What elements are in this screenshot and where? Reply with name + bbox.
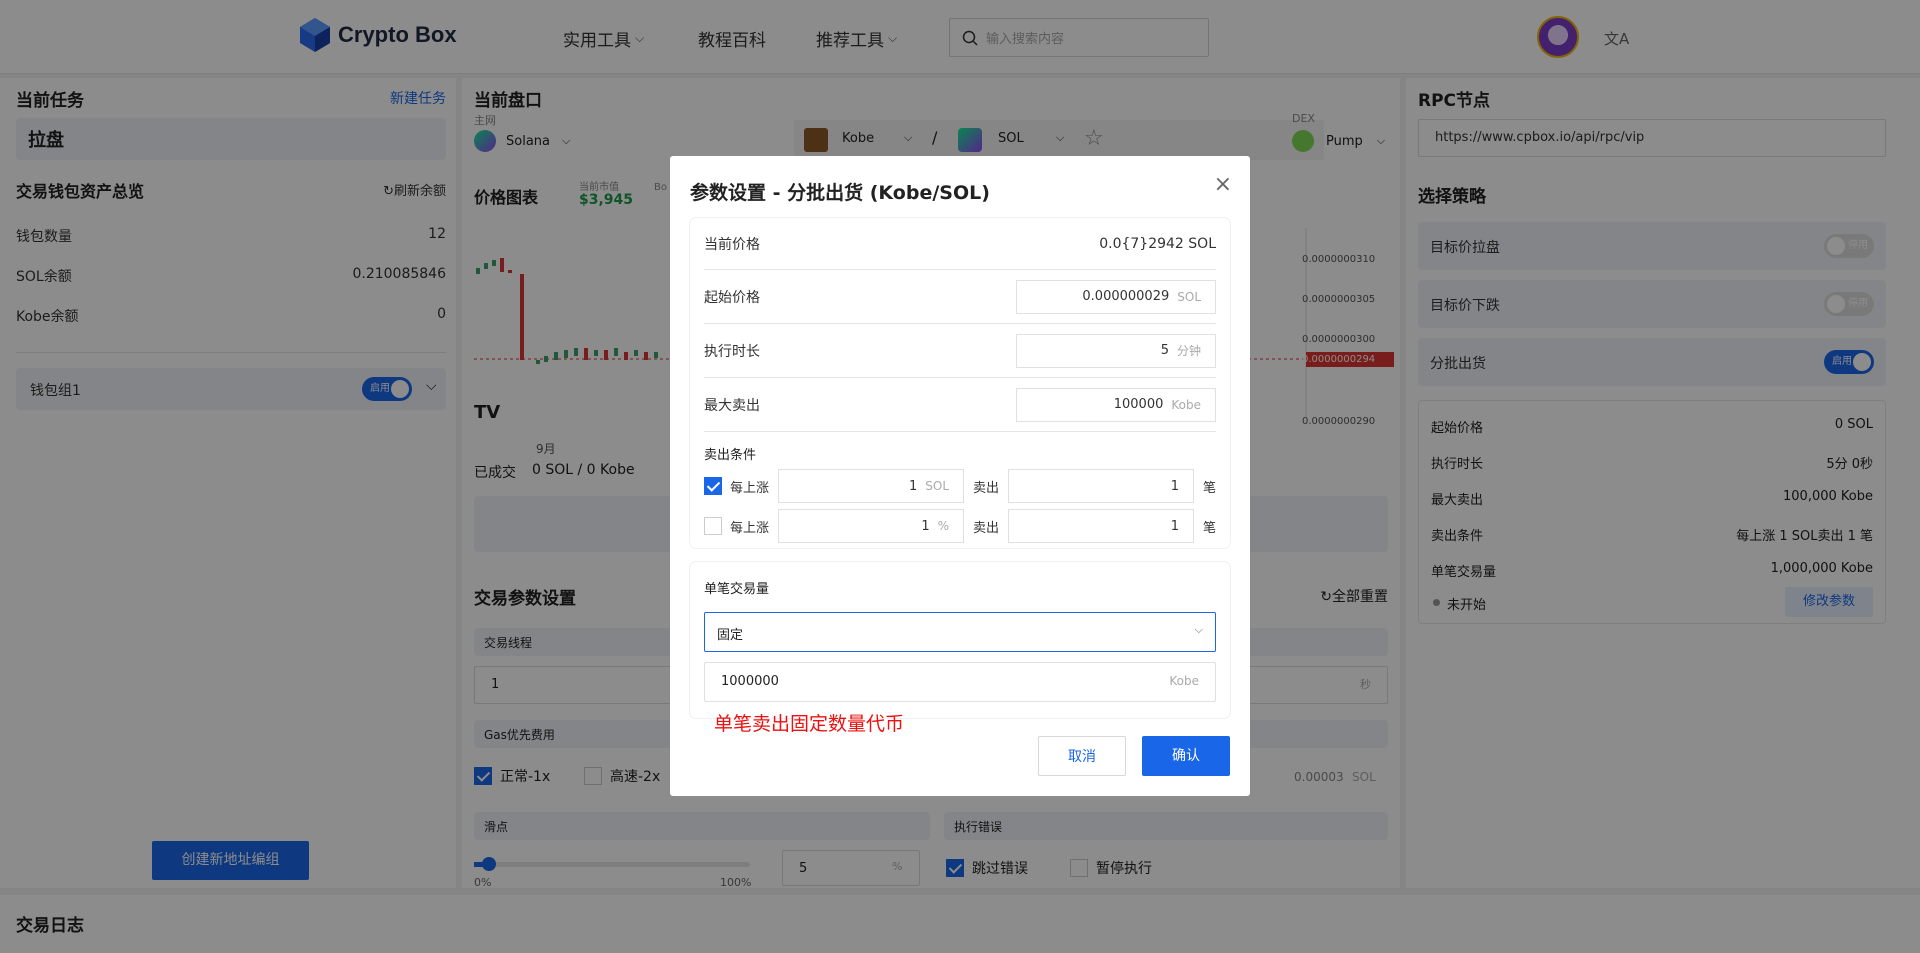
condition-1-sell: 卖出 [972, 480, 999, 496]
start-price-input[interactable]: 0.000000029 SOL [1016, 279, 1216, 314]
amount-unit: Kobe [1169, 674, 1199, 688]
max-sell-input[interactable]: 100000 Kobe [1016, 387, 1216, 422]
condition-2-value-input[interactable]: 1% [778, 509, 964, 543]
condition-1-suffix: 笔 [1202, 480, 1216, 496]
current-price-row: 当前价格 0.0{7}2942 SOL [704, 218, 1216, 270]
condition-2-suffix: 笔 [1202, 520, 1216, 536]
max-sell-label: 最大卖出 [704, 397, 760, 414]
condition-1-value: 1 [908, 478, 918, 494]
max-sell-unit: Kobe [1171, 397, 1201, 412]
start-price-label: 起始价格 [704, 289, 760, 306]
current-price-value: 0.0{7}2942 SOL [1099, 235, 1216, 252]
amount-input[interactable]: 1000000 Kobe [704, 662, 1216, 702]
condition-1-left: 每上涨 [704, 477, 769, 496]
params-modal: 参数设置 - 分批出货 (Kobe/SOL) × 当前价格 0.0{7}2942… [670, 156, 1250, 796]
duration-row: 执行时长 5 分钟 [704, 324, 1216, 378]
max-sell-value: 100000 [1113, 397, 1164, 412]
condition-1-prefix: 每上涨 [730, 480, 770, 496]
duration-label: 执行时长 [704, 343, 760, 360]
condition-1-checkbox[interactable] [704, 477, 722, 495]
params-card: 当前价格 0.0{7}2942 SOL 起始价格 0.000000029 SOL … [690, 218, 1230, 548]
condition-2-count-input[interactable]: 1 [1007, 509, 1194, 543]
condition-2-count: 1 [1170, 518, 1179, 534]
condition-row-1: 每上涨 1 SOL 卖出 1 笔 [704, 468, 1216, 504]
confirm-button[interactable]: 确认 [1142, 736, 1230, 776]
trade-amount-card: 单笔交易量 固定 ⌵ 1000000 Kobe [690, 562, 1230, 718]
duration-input[interactable]: 5 分钟 [1016, 333, 1216, 368]
condition-2-sell: 卖出 [972, 520, 999, 536]
duration-value: 5 [1160, 343, 1169, 358]
start-price-unit: SOL [1177, 289, 1201, 304]
condition-2-checkbox[interactable] [704, 517, 722, 535]
max-sell-row: 最大卖出 100000 Kobe [704, 378, 1216, 432]
condition-2-prefix: 每上涨 [730, 520, 770, 536]
start-price-value: 0.000000029 [1082, 289, 1170, 304]
cancel-button[interactable]: 取消 [1038, 736, 1126, 776]
chevron-down-icon: ⌵ [1194, 623, 1203, 636]
hint-text: 单笔卖出固定数量代币 [714, 713, 905, 735]
mode-select[interactable]: 固定 ⌵ [704, 612, 1216, 652]
close-icon[interactable]: × [1214, 172, 1232, 197]
trade-amount-label: 单笔交易量 [704, 582, 770, 597]
amount-value: 1000000 [721, 674, 779, 689]
start-price-row: 起始价格 0.000000029 SOL [704, 270, 1216, 324]
duration-unit: 分钟 [1176, 344, 1201, 358]
condition-1-value-input[interactable]: 1 SOL [778, 469, 964, 503]
condition-1-count-input[interactable]: 1 [1007, 469, 1194, 503]
condition-row-2: 每上涨 1% 卖出 1 笔 [704, 508, 1216, 544]
condition-2-unit: % [937, 519, 949, 533]
sell-condition-label: 卖出条件 [704, 448, 757, 463]
condition-1-unit: SOL [925, 479, 949, 493]
condition-1-count: 1 [1170, 478, 1179, 494]
modal-title: 参数设置 - 分批出货 (Kobe/SOL) [690, 182, 990, 204]
current-price-label: 当前价格 [704, 236, 760, 253]
mode-select-value: 固定 [717, 628, 744, 643]
condition-2-value: 1 [921, 518, 930, 534]
condition-2-left: 每上涨 [704, 517, 769, 536]
